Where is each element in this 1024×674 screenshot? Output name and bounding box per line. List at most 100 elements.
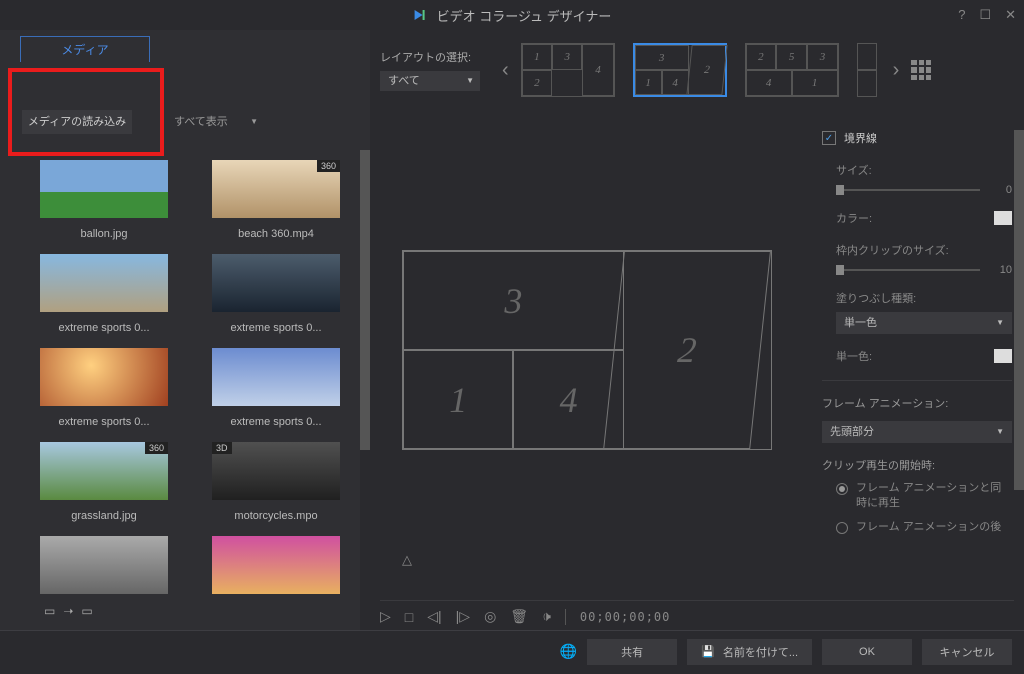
slider-handle[interactable] (836, 185, 844, 195)
radio-label: フレーム アニメーションの後 (856, 520, 1001, 535)
media-scrollbar[interactable] (360, 150, 370, 630)
layout-template[interactable]: 2 5 3 4 1 (745, 43, 839, 97)
next-frame-icon[interactable]: |▷ (456, 608, 470, 625)
media-item[interactable] (202, 536, 350, 594)
ok-button[interactable]: OK (822, 639, 912, 665)
title-bar: ビデオ コラージュ デザイナー ? ☐ ✕ (0, 0, 1024, 30)
frame-anim-dropdown[interactable]: 先頭部分 (822, 421, 1012, 443)
inner-clip-slider[interactable] (836, 269, 980, 271)
single-color-swatch[interactable] (994, 349, 1012, 363)
media-grid: ballon.jpg 360 beach 360.mp4 extreme spo… (30, 160, 350, 594)
play-icon[interactable]: ▷ (380, 608, 391, 625)
inner-clip-value: 10 (988, 264, 1012, 276)
radio-after[interactable] (836, 522, 848, 534)
property-scrollbar[interactable] (1014, 130, 1024, 620)
layout-next-icon[interactable]: › (889, 59, 904, 82)
globe-icon[interactable]: 🌐 (560, 643, 577, 660)
media-item[interactable]: 360 beach 360.mp4 (202, 160, 350, 240)
property-panel: ✓ 境界線 サイズ: 0 カラー: 枠内クリップのサイズ: 10 塗りつぶし種類… (822, 130, 1012, 539)
fill-type-label: 塗りつぶし種類: (836, 290, 1012, 306)
slider-handle[interactable] (836, 265, 844, 275)
help-icon[interactable]: ? (958, 7, 965, 23)
arrow-icon: ➝ (63, 604, 73, 618)
inner-clip-slider-row: 10 (836, 264, 1012, 276)
media-thumbnail: 360 (212, 160, 340, 218)
canvas-cell[interactable]: 3 (403, 251, 624, 350)
main-area: メディア メディアの読み込み すべて表示 ballon.jpg 360 beac… (0, 30, 1024, 630)
border-checkbox[interactable]: ✓ (822, 131, 836, 145)
media-item[interactable] (30, 536, 178, 594)
radio-row-2[interactable]: フレーム アニメーションの後 (836, 520, 1012, 535)
media-item[interactable]: extreme sports 0... (202, 254, 350, 334)
single-color-row: 単一色: (836, 348, 1012, 364)
badge-360: 360 (317, 160, 340, 172)
close-icon[interactable]: ✕ (1005, 7, 1016, 23)
layout-label: レイアウトの選択: (380, 49, 490, 65)
collage-canvas[interactable]: 3 1 4 2 (402, 250, 772, 450)
radio-row-1[interactable]: フレーム アニメーションと同時に再生 (836, 481, 1012, 512)
layout-prev-icon[interactable]: ‹ (498, 59, 513, 82)
border-label: 境界線 (844, 130, 877, 146)
media-thumbnail (212, 348, 340, 406)
media-label: extreme sports 0... (58, 322, 149, 334)
app-logo-icon (413, 8, 431, 22)
layout-label-block: レイアウトの選択: すべて (380, 49, 490, 91)
media-label: extreme sports 0... (58, 416, 149, 428)
layout-templates: 1 2 3 4 3 1 4 2 2 5 3 4 1 (521, 43, 881, 97)
color-swatch[interactable] (994, 211, 1012, 225)
canvas-cell[interactable]: 1 (403, 350, 513, 449)
volume-icon[interactable]: 🕩 (542, 608, 551, 625)
scrollbar-thumb[interactable] (360, 150, 370, 450)
layout-filter-dropdown[interactable]: すべて (380, 71, 480, 91)
media-item[interactable]: ballon.jpg (30, 160, 178, 240)
stop-icon[interactable]: □ (405, 609, 413, 625)
media-item[interactable]: 3D motorcycles.mpo (202, 442, 350, 522)
share-button[interactable]: 共有 (587, 639, 677, 665)
radio-simultaneous[interactable] (836, 483, 848, 495)
scrollbar-thumb[interactable] (1014, 130, 1024, 490)
layout-grid-icon[interactable] (911, 60, 931, 80)
media-item[interactable]: extreme sports 0... (30, 254, 178, 334)
media-item[interactable]: 360 grassland.jpg (30, 442, 178, 522)
window-title: ビデオ コラージュ デザイナー (413, 6, 612, 25)
frame-anim-header: フレーム アニメーション: (822, 380, 1012, 411)
media-label: beach 360.mp4 (238, 228, 314, 240)
media-thumbnail (40, 348, 168, 406)
import-media-button[interactable]: メディアの読み込み (22, 110, 132, 134)
delete-icon[interactable]: 🗑 (510, 608, 528, 625)
aspect-ratio-icons: ▭ ➝ ▭ (44, 604, 93, 618)
playback-bar: ▷ □ ◁| |▷ ◎ 🗑 🕩 00;00;00;00 (380, 600, 1014, 626)
color-row: カラー: (836, 210, 1012, 226)
media-label: extreme sports 0... (230, 322, 321, 334)
badge-3d: 3D (212, 442, 232, 454)
layout-strip: レイアウトの選択: すべて ‹ 1 2 3 4 3 1 4 2 (370, 30, 1024, 110)
cancel-button[interactable]: キャンセル (922, 639, 1012, 665)
layout-template[interactable]: 1 2 3 4 (521, 43, 615, 97)
size-slider[interactable] (836, 189, 980, 191)
media-item[interactable]: extreme sports 0... (202, 348, 350, 428)
media-thumbnail (40, 160, 168, 218)
media-panel: メディア メディアの読み込み すべて表示 ballon.jpg 360 beac… (0, 30, 370, 630)
layout-template-selected[interactable]: 3 1 4 2 (633, 43, 727, 97)
marker-icon[interactable]: △ (402, 552, 412, 568)
divider (565, 609, 566, 625)
aspect-wide-icon[interactable]: ▭ (81, 604, 92, 618)
single-color-label: 単一色: (836, 348, 872, 364)
layout-template[interactable] (857, 43, 881, 97)
save-as-button[interactable]: 💾 名前を付けて... (687, 639, 812, 665)
size-label: サイズ: (836, 162, 1012, 178)
aspect-square-icon[interactable]: ▭ (44, 604, 55, 618)
canvas-cell[interactable]: 2 (603, 251, 771, 449)
maximize-icon[interactable]: ☐ (979, 7, 991, 23)
media-label: ballon.jpg (80, 228, 127, 240)
tab-media[interactable]: メディア (20, 36, 150, 62)
fill-type-dropdown[interactable]: 単一色 (836, 312, 1012, 334)
media-item[interactable]: extreme sports 0... (30, 348, 178, 428)
save-icon: 💾 (701, 645, 715, 658)
media-filter-dropdown[interactable]: すべて表示 (166, 110, 266, 134)
prev-frame-icon[interactable]: ◁| (427, 608, 441, 625)
media-thumbnail (212, 536, 340, 594)
media-thumbnail (40, 254, 168, 312)
snapshot-icon[interactable]: ◎ (484, 608, 496, 625)
badge-360: 360 (145, 442, 168, 454)
